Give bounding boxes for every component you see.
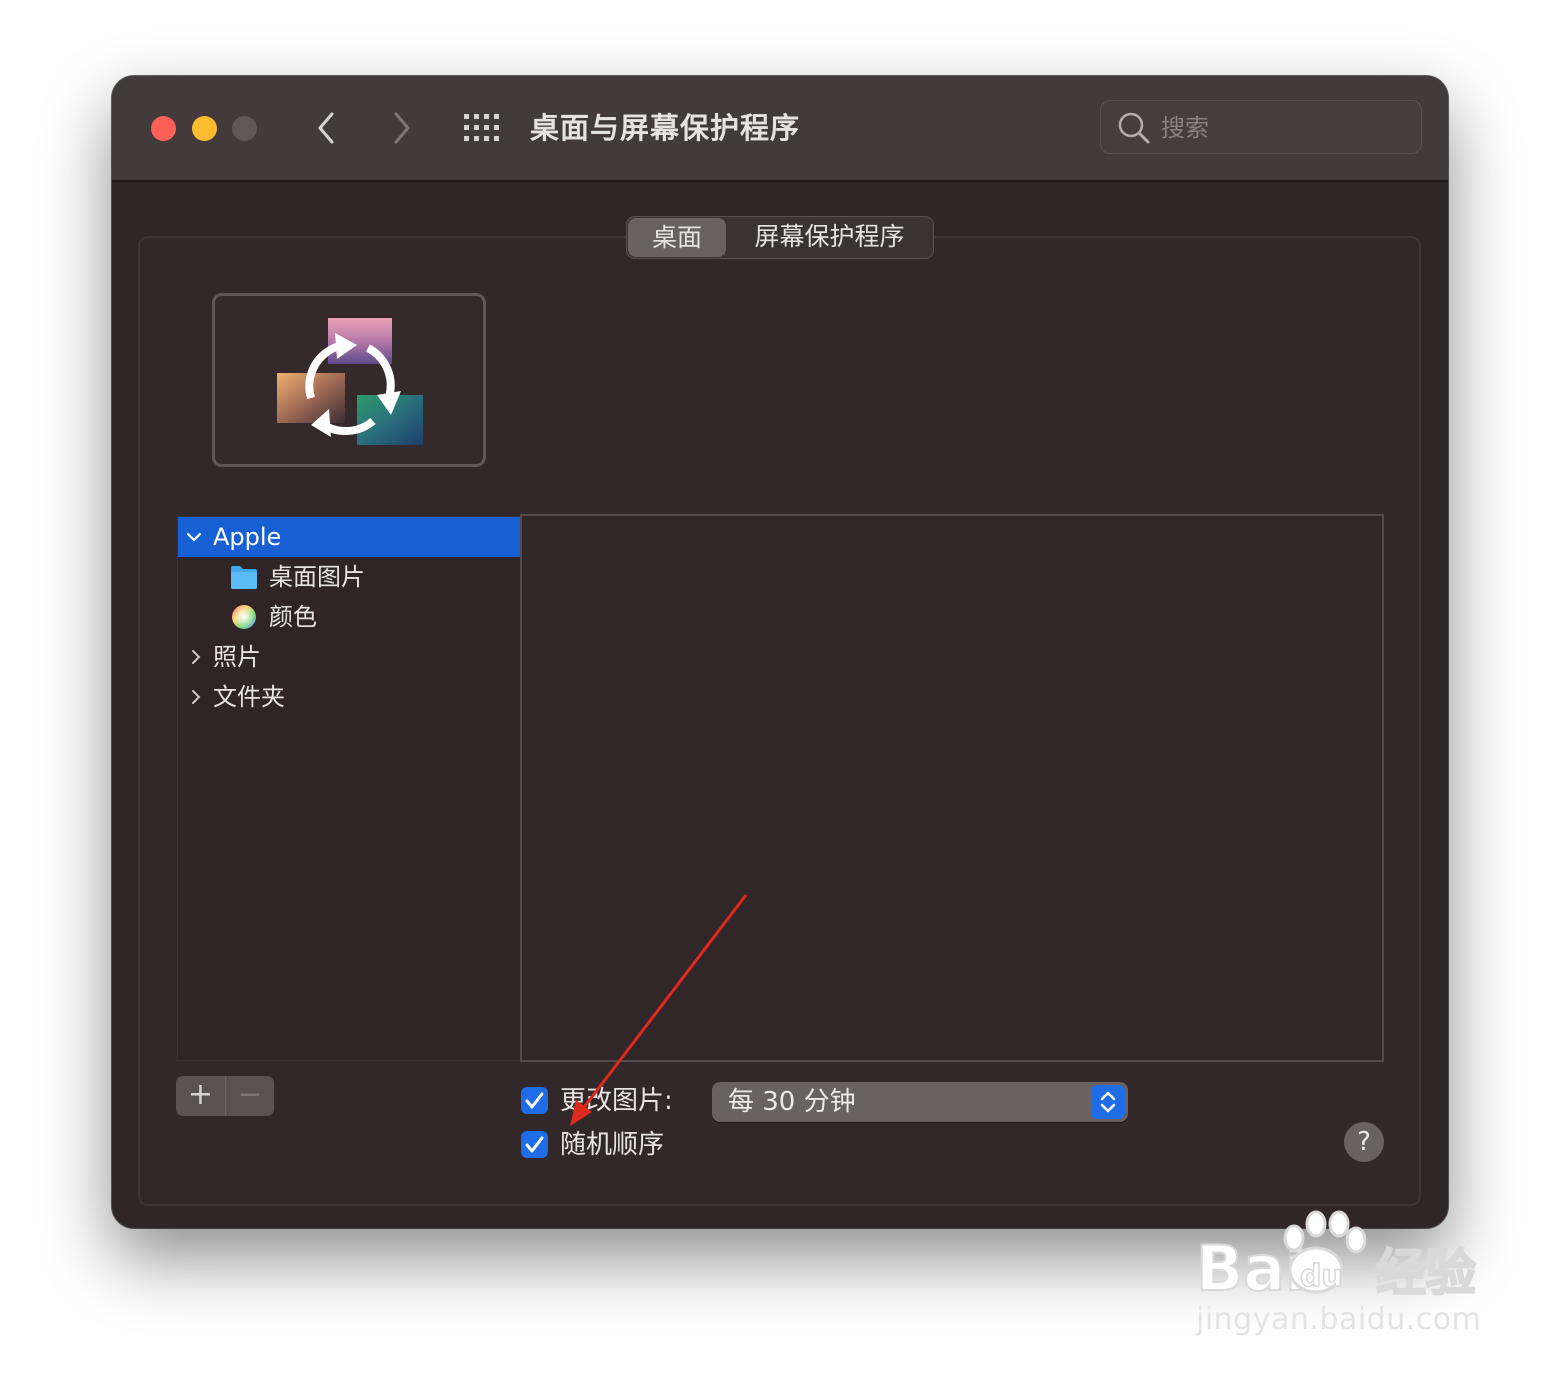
popup-stepper[interactable]: [1091, 1085, 1125, 1119]
change-picture-checkbox[interactable]: [521, 1087, 548, 1114]
current-wallpaper-preview[interactable]: [212, 293, 486, 467]
color-wheel-icon: [232, 605, 256, 629]
source-label: 文件夹: [213, 683, 285, 711]
change-picture-label: 更改图片:: [560, 1086, 673, 1116]
tab-bar: 桌面 屏幕保护程序: [626, 216, 934, 259]
forward-button[interactable]: [382, 106, 422, 150]
source-label: 颜色: [269, 603, 317, 631]
interval-value: 每 30 分钟: [728, 1087, 856, 1117]
search-icon: [1118, 112, 1150, 144]
source-label: 照片: [213, 643, 261, 671]
show-all-grid-icon[interactable]: [464, 114, 500, 142]
source-item-colors[interactable]: 颜色: [178, 597, 520, 637]
checkmark-icon: [525, 1092, 544, 1109]
interval-popup[interactable]: 每 30 分钟: [712, 1082, 1128, 1122]
watermark-url: jingyan.baidu.com: [1196, 1302, 1482, 1337]
folder-icon: [231, 566, 257, 589]
tab-desktop[interactable]: 桌面: [628, 218, 726, 257]
source-item-apple[interactable]: Apple: [178, 517, 520, 557]
source-label: Apple: [213, 523, 282, 551]
add-remove-control: + −: [176, 1076, 274, 1116]
svg-text:du: du: [1300, 1259, 1343, 1294]
add-button[interactable]: +: [176, 1076, 225, 1116]
source-label: 桌面图片: [269, 563, 365, 591]
random-order-label: 随机顺序: [560, 1130, 665, 1160]
source-item-folders[interactable]: 文件夹: [178, 677, 520, 717]
back-button[interactable]: [308, 106, 348, 150]
chevron-down-icon[interactable]: [186, 529, 202, 545]
rotating-wallpapers-icon: [277, 318, 423, 445]
help-button[interactable]: ?: [1344, 1122, 1384, 1162]
minimize-button[interactable]: [192, 116, 217, 141]
search-field[interactable]: [1100, 100, 1422, 154]
up-down-chevron-icon: [1100, 1091, 1116, 1113]
chevron-right-icon[interactable]: [188, 689, 204, 705]
random-order-checkbox[interactable]: [521, 1131, 548, 1158]
source-item-desktop-pictures[interactable]: 桌面图片: [178, 557, 520, 597]
chevron-right-icon[interactable]: [188, 649, 204, 665]
chevron-right-icon: [394, 112, 410, 144]
chevron-left-icon: [318, 112, 334, 144]
system-preferences-window: 桌面与屏幕保护程序 桌面 屏幕保护程序: [112, 76, 1448, 1228]
svg-text:经验: 经验: [1376, 1244, 1476, 1298]
window-title: 桌面与屏幕保护程序: [530, 111, 801, 145]
title-bar: 桌面与屏幕保护程序: [112, 76, 1448, 182]
tab-screen-saver[interactable]: 屏幕保护程序: [726, 217, 933, 256]
source-item-photos[interactable]: 照片: [178, 637, 520, 677]
source-list: Apple 桌面图片 颜色 照片 文件夹: [177, 516, 521, 1061]
remove-button[interactable]: −: [225, 1076, 274, 1116]
picture-grid[interactable]: [520, 514, 1384, 1062]
checkmark-icon: [525, 1136, 544, 1153]
zoom-button[interactable]: [232, 116, 257, 141]
close-button[interactable]: [151, 116, 176, 141]
watermark-logo: Bai du 经验: [1196, 1210, 1477, 1298]
search-input[interactable]: [1159, 109, 1413, 147]
